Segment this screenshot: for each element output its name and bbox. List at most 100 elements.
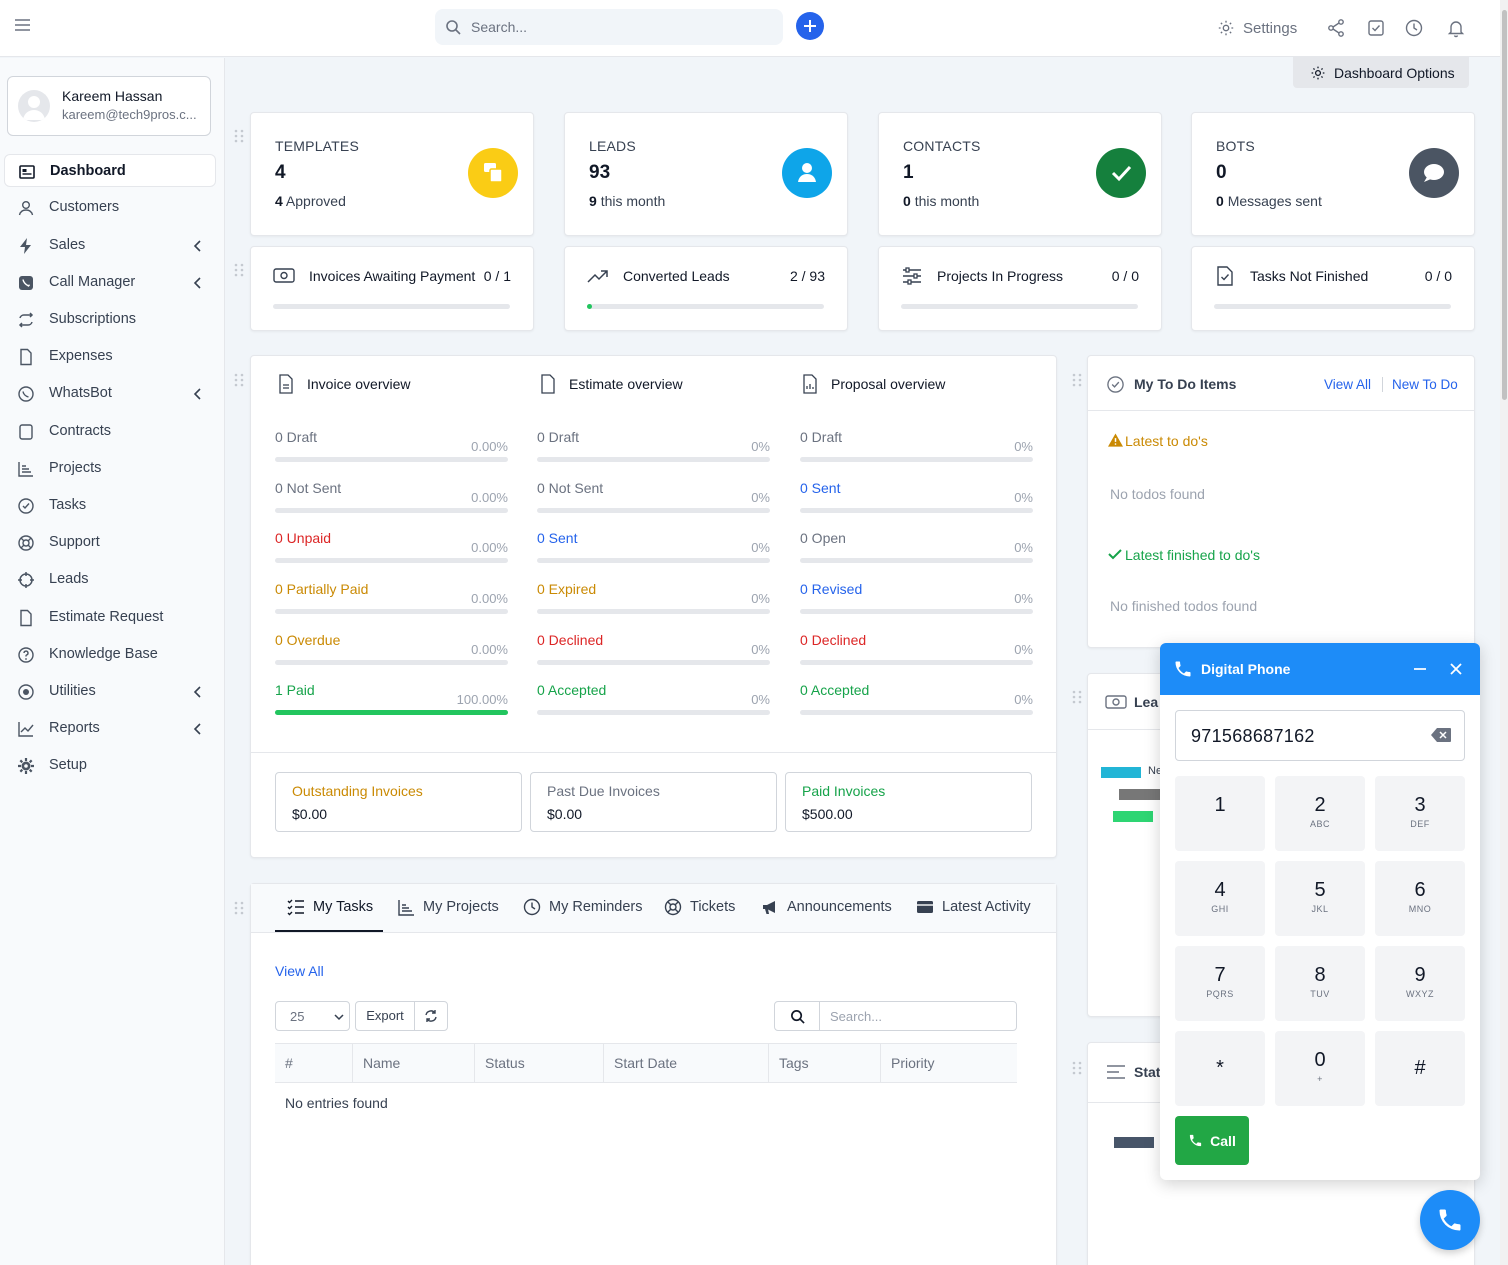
tab-my-tasks[interactable]: My Tasks [287, 898, 373, 916]
sidebar-item-contracts[interactable]: Contracts [4, 415, 216, 448]
stat-card-bots[interactable]: BOTS 0 0 Messages sent [1191, 112, 1475, 236]
scrollbar-thumb[interactable] [1502, 10, 1507, 400]
table-search-button[interactable] [774, 1001, 820, 1031]
column-header-priority[interactable]: Priority [880, 1044, 1017, 1082]
progress-card-projects-in-progress[interactable]: Projects In Progress 0 / 0 [878, 246, 1162, 331]
summary-past-due-invoices[interactable]: Past Due Invoices $0.00 [530, 772, 777, 832]
sidebar-item-whatsbot[interactable]: WhatsBot [4, 377, 216, 410]
summary-paid-invoices[interactable]: Paid Invoices $500.00 [785, 772, 1032, 832]
column-header-number[interactable]: # [275, 1044, 352, 1082]
invoice-row-0-not-sent[interactable]: 0 Not Sent 0.00% [275, 480, 508, 513]
drag-handle-icon[interactable] [1072, 373, 1082, 387]
progress-card-converted-leads[interactable]: Converted Leads 2 / 93 [564, 246, 848, 331]
estimate-row-0-not-sent[interactable]: 0 Not Sent 0% [537, 480, 770, 513]
backspace-icon[interactable] [1431, 728, 1451, 742]
dashboard-options-button[interactable]: Dashboard Options [1293, 57, 1469, 88]
tab-my-projects[interactable]: My Projects [397, 898, 499, 916]
sidebar-item-sales[interactable]: Sales [4, 229, 216, 262]
quick-add-button[interactable] [796, 12, 824, 40]
minimize-icon[interactable] [1412, 661, 1428, 677]
key-7[interactable]: 7 PQRS [1175, 946, 1265, 1021]
column-header-start-date[interactable]: Start Date [603, 1044, 768, 1082]
proposal-row-0-draft[interactable]: 0 Draft 0% [800, 429, 1033, 462]
stat-card-leads[interactable]: LEADS 93 9 this month [564, 112, 848, 236]
sidebar-item-estimate-request[interactable]: Estimate Request [4, 601, 216, 634]
invoice-row-0-draft[interactable]: 0 Draft 0.00% [275, 429, 508, 462]
proposal-row-0-sent[interactable]: 0 Sent 0% [800, 480, 1033, 513]
sidebar-item-utilities[interactable]: Utilities [4, 675, 216, 708]
checkbox-icon[interactable] [1366, 18, 1386, 38]
sidebar-item-knowledge-base[interactable]: Knowledge Base [4, 638, 216, 671]
estimate-row-0-sent[interactable]: 0 Sent 0% [537, 530, 770, 563]
key-3[interactable]: 3 DEF [1375, 776, 1465, 851]
key-4[interactable]: 4 GHI [1175, 861, 1265, 936]
view-all-tasks-link[interactable]: View All [275, 963, 324, 979]
refresh-button[interactable] [414, 1001, 448, 1031]
key-0[interactable]: 0 + [1275, 1031, 1365, 1106]
table-search-input[interactable]: Search... [819, 1001, 1017, 1031]
drag-handle-icon[interactable] [234, 263, 244, 277]
drag-handle-icon[interactable] [1072, 690, 1082, 704]
proposal-row-0-open[interactable]: 0 Open 0% [800, 530, 1033, 563]
export-button[interactable]: Export [355, 1001, 415, 1031]
sidebar-item-setup[interactable]: Setup [4, 749, 216, 782]
key-6[interactable]: 6 MNO [1375, 861, 1465, 936]
estimate-row-0-declined[interactable]: 0 Declined 0% [537, 632, 770, 665]
proposal-row-0-accepted[interactable]: 0 Accepted 0% [800, 682, 1033, 715]
stat-card-templates[interactable]: TEMPLATES 4 4 Approved [250, 112, 534, 236]
sidebar-item-tasks[interactable]: Tasks [4, 489, 216, 522]
invoice-row-0-unpaid[interactable]: 0 Unpaid 0.00% [275, 530, 508, 563]
summary-outstanding-invoices[interactable]: Outstanding Invoices $0.00 [275, 772, 522, 832]
phone-number-input[interactable]: 971568687162 [1175, 710, 1465, 761]
drag-handle-icon[interactable] [234, 373, 244, 387]
sidebar-item-expenses[interactable]: Expenses [4, 340, 216, 373]
sidebar-item-projects[interactable]: Projects [4, 452, 216, 485]
invoice-row-0-overdue[interactable]: 0 Overdue 0.00% [275, 632, 508, 665]
proposal-row-0-declined[interactable]: 0 Declined 0% [800, 632, 1033, 665]
drag-handle-icon[interactable] [1072, 1061, 1082, 1075]
share-icon[interactable] [1326, 18, 1346, 38]
tab-announcements[interactable]: Announcements [761, 898, 892, 916]
column-header-status[interactable]: Status [474, 1044, 603, 1082]
key-5[interactable]: 5 JKL [1275, 861, 1365, 936]
key-1[interactable]: 1 [1175, 776, 1265, 851]
key-8[interactable]: 8 TUV [1275, 946, 1365, 1021]
bell-icon[interactable] [1446, 18, 1466, 38]
drag-handle-icon[interactable] [234, 129, 244, 143]
progress-card-invoices-awaiting-payment[interactable]: Invoices Awaiting Payment 0 / 1 [250, 246, 534, 331]
sidebar-item-customers[interactable]: Customers [4, 191, 216, 224]
close-icon[interactable] [1448, 661, 1464, 677]
sidebar-item-support[interactable]: Support [4, 526, 216, 559]
key-hash[interactable]: # [1375, 1031, 1465, 1106]
clock-icon[interactable] [1404, 18, 1424, 38]
column-header-tags[interactable]: Tags [768, 1044, 880, 1082]
progress-card-tasks-not-finished[interactable]: Tasks Not Finished 0 / 0 [1191, 246, 1475, 331]
column-header-name[interactable]: Name [352, 1044, 474, 1082]
estimate-row-0-expired[interactable]: 0 Expired 0% [537, 581, 770, 614]
estimate-row-0-accepted[interactable]: 0 Accepted 0% [537, 682, 770, 715]
sidebar-item-subscriptions[interactable]: Subscriptions [4, 303, 216, 336]
tab-latest-activity[interactable]: Latest Activity [916, 898, 1031, 916]
tab-my-reminders[interactable]: My Reminders [523, 898, 642, 916]
sidebar-item-call-manager[interactable]: Call Manager [4, 266, 216, 299]
phone-fab-button[interactable] [1420, 1190, 1480, 1250]
sidebar-item-leads[interactable]: Leads [4, 563, 216, 596]
proposal-row-0-revised[interactable]: 0 Revised 0% [800, 581, 1033, 614]
new-todo-link[interactable]: New To Do [1392, 377, 1458, 392]
key-star[interactable]: * [1175, 1031, 1265, 1106]
page-size-select[interactable]: 25 [275, 1001, 350, 1031]
settings-link[interactable]: Settings [1217, 19, 1297, 37]
hamburger-menu-icon[interactable] [14, 18, 34, 38]
invoice-row-1-paid[interactable]: 1 Paid 100.00% [275, 682, 508, 715]
key-2[interactable]: 2 ABC [1275, 776, 1365, 851]
global-search[interactable]: Search... [435, 9, 783, 45]
drag-handle-icon[interactable] [234, 901, 244, 915]
invoice-row-0-partially-paid[interactable]: 0 Partially Paid 0.00% [275, 581, 508, 614]
todo-view-all-link[interactable]: View All [1324, 377, 1371, 392]
sidebar-item-reports[interactable]: Reports [4, 712, 216, 745]
sidebar-item-dashboard[interactable]: Dashboard [4, 154, 216, 187]
key-9[interactable]: 9 WXYZ [1375, 946, 1465, 1021]
tab-tickets[interactable]: Tickets [664, 898, 735, 916]
call-button[interactable]: Call [1175, 1116, 1249, 1165]
estimate-row-0-draft[interactable]: 0 Draft 0% [537, 429, 770, 462]
